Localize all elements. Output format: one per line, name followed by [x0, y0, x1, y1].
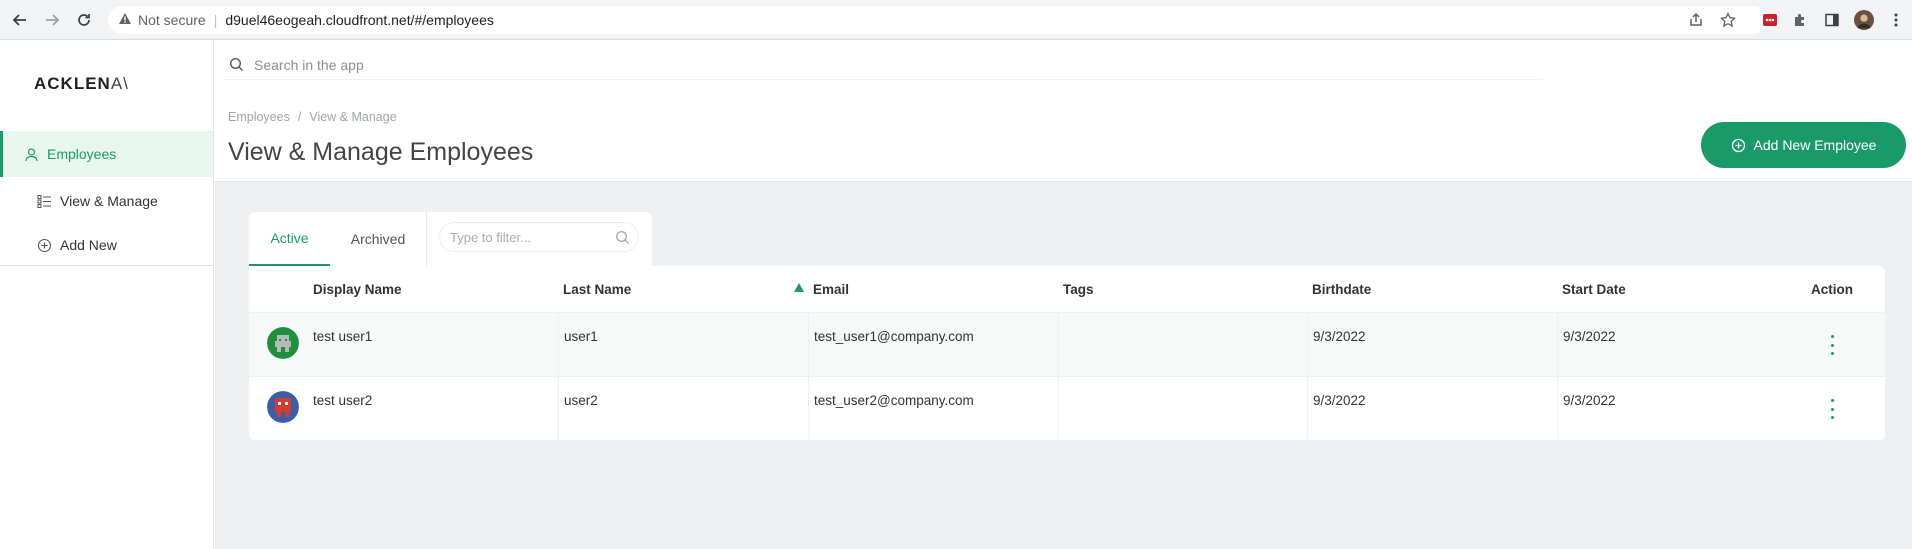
kebab-menu-icon[interactable] [1886, 10, 1906, 30]
row-actions-kebab-icon[interactable] [1829, 335, 1835, 355]
column-header-birthdate[interactable]: Birthdate [1312, 266, 1371, 312]
url-text: d9uel46eogeah.cloudfront.net/#/employees [225, 12, 494, 28]
sidebar-item-label: View & Manage [60, 193, 158, 209]
breadcrumb-separator: / [297, 110, 302, 124]
tab-archived[interactable]: Archived [330, 212, 426, 266]
search-input[interactable] [254, 56, 1454, 73]
logo-main-text: ACKLEN [34, 74, 111, 93]
cell-start-date: 9/3/2022 [1557, 313, 1807, 377]
address-bar[interactable]: Not secure | d9uel46eogeah.cloudfront.ne… [108, 6, 1768, 34]
global-search [223, 50, 1543, 80]
sidebar-item-label: Employees [47, 146, 117, 162]
sidebar-item-view-manage[interactable]: View & Manage [0, 178, 213, 224]
share-icon[interactable] [1686, 10, 1706, 30]
sidebar-item-add-new[interactable]: Add New [0, 222, 213, 268]
cell-email: test_user1@company.com [808, 313, 1058, 377]
tab-active[interactable]: Active [249, 212, 330, 266]
sidebar-divider [0, 265, 213, 266]
cell-display-name: test user2 [313, 393, 373, 408]
breadcrumb: Employees / View & Manage [228, 110, 397, 124]
plus-circle-icon [36, 237, 52, 253]
breadcrumb-item-view-manage: View & Manage [309, 110, 397, 124]
star-icon[interactable] [1718, 10, 1738, 30]
sidebar-item-employees[interactable]: Employees [0, 131, 213, 177]
back-arrow-icon[interactable] [8, 8, 32, 32]
sort-ascending-icon[interactable] [794, 283, 804, 292]
cell-email: test_user2@company.com [808, 377, 1058, 440]
browser-toolbar: Not secure | d9uel46eogeah.cloudfront.ne… [0, 0, 1912, 40]
extension-lastpass-icon[interactable] [1760, 10, 1780, 30]
column-header-last-name[interactable]: Last Name [563, 266, 631, 312]
table-row[interactable]: test user2 user2 test_user2@company.com … [249, 376, 1885, 440]
sidebar: ACKLENA\ Employees View & Manage Add New [0, 40, 214, 549]
cell-display-name: test user1 [313, 329, 373, 344]
search-icon [615, 230, 630, 245]
column-header-start-date[interactable]: Start Date [1562, 266, 1626, 312]
main-content: Employees / View & Manage View & Manage Em… [215, 40, 1912, 549]
table-header: Display Name Last Name Email Tags Birthd… [249, 266, 1885, 312]
page-title: View & Manage Employees [228, 138, 534, 166]
profile-avatar-icon[interactable] [1854, 10, 1874, 30]
breadcrumb-item-employees[interactable]: Employees [228, 110, 290, 124]
sidepanel-icon[interactable] [1822, 10, 1842, 30]
filter-input[interactable] [450, 229, 600, 245]
user-icon [23, 146, 39, 162]
column-header-tags[interactable]: Tags [1063, 266, 1094, 312]
green-pixel-avatar [267, 327, 299, 359]
cell-last-name: user1 [558, 313, 808, 377]
cell-last-name: user2 [558, 377, 808, 440]
url-separator: | [213, 12, 218, 28]
add-button-label: Add New Employee [1753, 137, 1877, 153]
puzzle-icon[interactable] [1790, 10, 1810, 30]
add-new-employee-button[interactable]: Add New Employee [1701, 122, 1906, 168]
logo-accent-text: A\ [110, 74, 129, 93]
not-secure-label: Not secure [138, 12, 206, 28]
table-row[interactable]: test user1 user1 test_user1@company.com … [249, 312, 1885, 377]
column-header-action: Action [1811, 281, 1853, 297]
row-actions-kebab-icon[interactable] [1829, 399, 1835, 419]
plus-circle-icon [1731, 138, 1746, 153]
search-icon [229, 57, 244, 72]
sidebar-item-label: Add New [60, 237, 117, 253]
app-logo[interactable]: ACKLENA\ [34, 74, 129, 94]
filter-box [439, 222, 639, 252]
cell-birthdate: 9/3/2022 [1307, 313, 1557, 377]
cell-tags [1058, 377, 1308, 440]
page-header: Employees / View & Manage View & Manage Em… [215, 40, 1912, 182]
cell-birthdate: 9/3/2022 [1307, 377, 1557, 440]
tab-divider [426, 212, 427, 266]
warning-icon [118, 12, 132, 28]
red-pixel-avatar [267, 391, 299, 423]
reload-icon[interactable] [72, 8, 96, 32]
list-icon [36, 193, 52, 209]
column-header-display-name[interactable]: Display Name [313, 266, 402, 312]
cell-tags [1058, 313, 1308, 377]
tabs-bar: Active Archived [249, 212, 652, 266]
forward-arrow-icon[interactable] [40, 8, 64, 32]
employees-table: Display Name Last Name Email Tags Birthd… [249, 266, 1885, 440]
column-header-email[interactable]: Email [813, 266, 849, 312]
cell-start-date: 9/3/2022 [1557, 377, 1807, 440]
